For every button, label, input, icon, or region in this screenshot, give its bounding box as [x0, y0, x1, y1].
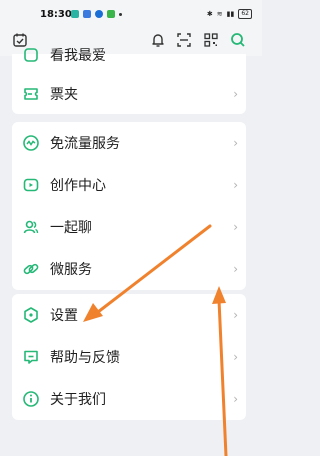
people-icon [22, 218, 40, 236]
info-icon [22, 390, 40, 408]
list-item-settings[interactable]: 设置 › [12, 294, 246, 336]
chevron-right-icon: › [233, 392, 238, 406]
status-bar: 18:30 ✱ ≋ ▮▮ 62 [0, 0, 262, 26]
list-item-partial[interactable]: 看我最爱 [12, 34, 246, 76]
app-notification-icon [83, 10, 91, 18]
menu-card-settings: 设置 › 帮助与反馈 › 关于我们 › [12, 294, 246, 420]
list-item-micro-services[interactable]: 微服务 › [12, 248, 246, 290]
link-icon [22, 260, 40, 278]
list-item-label: 一起聊 [50, 220, 92, 236]
creator-icon [22, 176, 40, 194]
list-item-label: 帮助与反馈 [50, 350, 120, 366]
list-item-label: 看我最爱 [50, 48, 106, 64]
data-wave-icon [22, 134, 40, 152]
list-item-label: 设置 [50, 308, 78, 324]
list-item-about-us[interactable]: 关于我们 › [12, 378, 246, 420]
hexagon-settings-icon [22, 306, 40, 324]
app-notification-icon [71, 10, 79, 18]
chevron-right-icon: › [233, 220, 238, 234]
wechat-notification-icon [107, 10, 115, 18]
ticket-icon [22, 85, 40, 103]
system-status-icons: ✱ ≋ ▮▮ 62 [207, 9, 252, 19]
list-item-label: 免流量服务 [50, 136, 120, 152]
chevron-right-icon: › [233, 136, 238, 150]
list-item-label: 创作中心 [50, 178, 106, 194]
list-item-ticket-folder[interactable]: 票夹 › [12, 73, 246, 115]
list-item-label: 微服务 [50, 262, 92, 278]
more-notifications-dot [119, 12, 122, 16]
chevron-right-icon: › [233, 87, 238, 101]
help-chat-icon [22, 348, 40, 366]
signal-icon: ▮▮ [226, 10, 235, 18]
list-item-label: 关于我们 [50, 392, 106, 408]
chevron-right-icon: › [233, 178, 238, 192]
status-time: 18:30 [40, 9, 72, 20]
chevron-right-icon: › [233, 262, 238, 276]
list-item-creator-center[interactable]: 创作中心 › [12, 164, 246, 206]
list-item-chat-together[interactable]: 一起聊 › [12, 206, 246, 248]
list-item-free-data[interactable]: 免流量服务 › [12, 122, 246, 164]
menu-card-services: 免流量服务 › 创作中心 › 一起聊 › 微服务 › [12, 122, 246, 290]
bluetooth-icon: ✱ [206, 10, 213, 18]
notification-icons [71, 10, 122, 18]
wifi-icon: ≋ [216, 10, 223, 18]
menu-card-top: 看我最爱 票夹 › [12, 48, 246, 115]
chevron-right-icon: › [233, 350, 238, 364]
chevron-right-icon: › [233, 308, 238, 322]
app-notification-icon [95, 10, 103, 18]
list-item-help-feedback[interactable]: 帮助与反馈 › [12, 336, 246, 378]
favorites-icon [22, 46, 40, 64]
list-item-label: 票夹 [50, 87, 78, 103]
battery-indicator: 62 [238, 9, 252, 19]
